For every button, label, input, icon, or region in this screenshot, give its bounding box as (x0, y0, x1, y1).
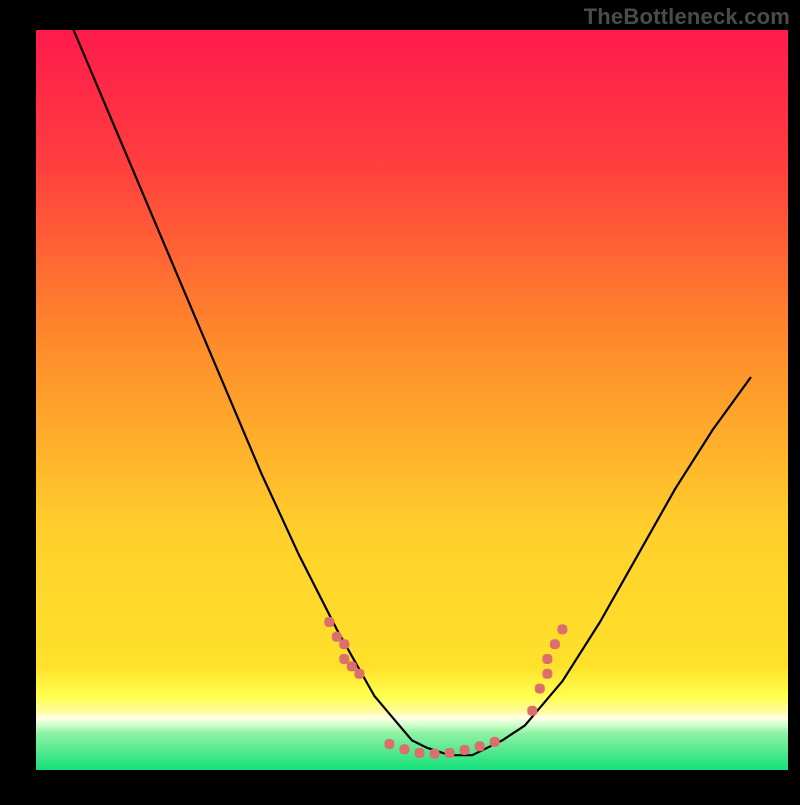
plot-background (36, 30, 788, 770)
chart-container (0, 0, 800, 800)
watermark-text: TheBottleneck.com (584, 4, 790, 30)
bottleneck-chart (0, 0, 800, 800)
